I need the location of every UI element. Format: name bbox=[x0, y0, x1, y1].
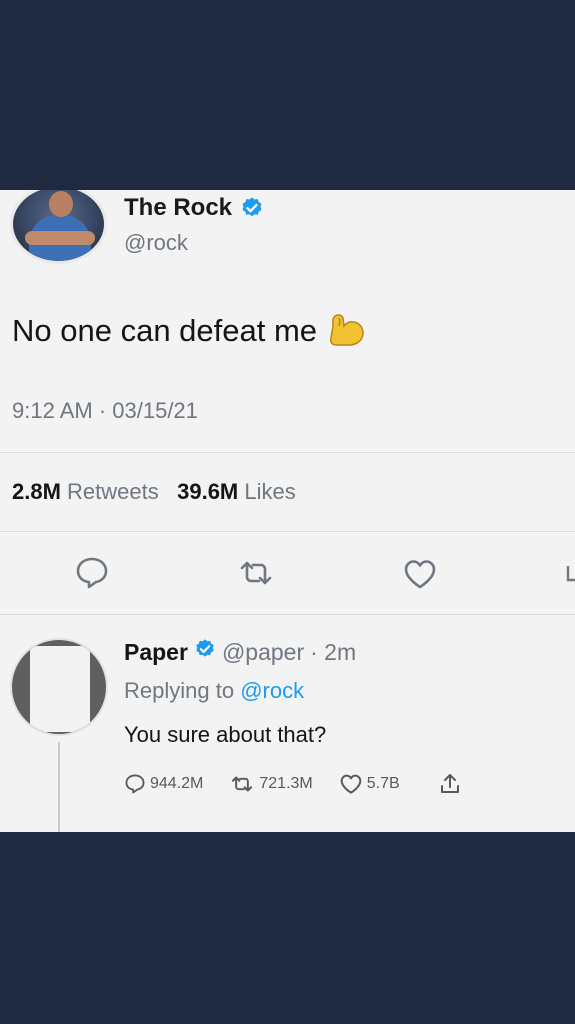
tweet-card: The Rock @rock No one can defeat me 9:12… bbox=[0, 190, 575, 832]
divider bbox=[0, 452, 575, 453]
divider bbox=[0, 531, 575, 532]
avatar-arms bbox=[25, 231, 95, 245]
replying-to-line: Replying to @rock bbox=[124, 678, 304, 704]
reply-like-button[interactable]: 5.7B bbox=[339, 773, 400, 795]
reply-time: · 2m bbox=[310, 638, 357, 665]
reply-icon[interactable] bbox=[74, 556, 110, 595]
paper-avatar[interactable] bbox=[10, 638, 108, 736]
share-icon[interactable] bbox=[566, 562, 575, 589]
retweets-count[interactable]: 2.8M bbox=[12, 479, 61, 504]
verified-badge-icon bbox=[240, 196, 264, 220]
tweet-timestamp[interactable]: 9:12 AM · 03/15/21 bbox=[12, 398, 198, 424]
reply-retweet-button[interactable]: 721.3M bbox=[229, 774, 313, 794]
retweet-icon[interactable] bbox=[236, 558, 276, 593]
reply-display-name[interactable]: Paper bbox=[124, 639, 188, 666]
reply-action-bar: 944.2M 721.3M 5.7B bbox=[124, 772, 462, 796]
reply-icon bbox=[125, 774, 145, 794]
verified-badge-icon bbox=[194, 638, 216, 666]
replying-to-mention[interactable]: @rock bbox=[240, 678, 304, 703]
reply-share-button[interactable] bbox=[438, 772, 462, 796]
the-rock-avatar[interactable] bbox=[10, 190, 107, 264]
author-handle[interactable]: @rock bbox=[124, 230, 188, 256]
likes-label[interactable]: Likes bbox=[244, 479, 295, 504]
thread-line bbox=[58, 742, 60, 832]
tweet-text: No one can defeat me bbox=[12, 313, 318, 348]
author-display-name[interactable]: The Rock bbox=[124, 194, 232, 222]
likes-count[interactable]: 39.6M bbox=[177, 479, 238, 504]
tweet-body: No one can defeat me bbox=[12, 312, 367, 350]
like-count: 5.7B bbox=[366, 775, 400, 792]
divider bbox=[0, 614, 575, 615]
reply-handle[interactable]: @paper bbox=[222, 639, 304, 666]
retweet-count: 721.3M bbox=[259, 775, 313, 792]
reply-text: You sure about that? bbox=[124, 722, 327, 747]
retweets-label[interactable]: Retweets bbox=[67, 479, 159, 504]
paper-sheet bbox=[30, 646, 90, 732]
tweet-stats: 2.8M Retweets 39.6M Likes bbox=[12, 479, 296, 505]
reply-count: 944.2M bbox=[150, 775, 204, 792]
like-icon bbox=[340, 774, 362, 794]
avatar-head bbox=[49, 191, 73, 217]
retweet-icon bbox=[232, 776, 253, 792]
tweet-author-row: The Rock bbox=[124, 194, 264, 222]
replying-prefix: Replying to bbox=[124, 678, 235, 703]
like-icon[interactable] bbox=[402, 558, 438, 595]
reply-author-row: Paper @paper · 2m bbox=[124, 638, 356, 666]
reply-reply-button[interactable]: 944.2M bbox=[124, 773, 203, 795]
flexed-biceps-icon bbox=[327, 312, 367, 350]
share-icon bbox=[440, 774, 459, 793]
